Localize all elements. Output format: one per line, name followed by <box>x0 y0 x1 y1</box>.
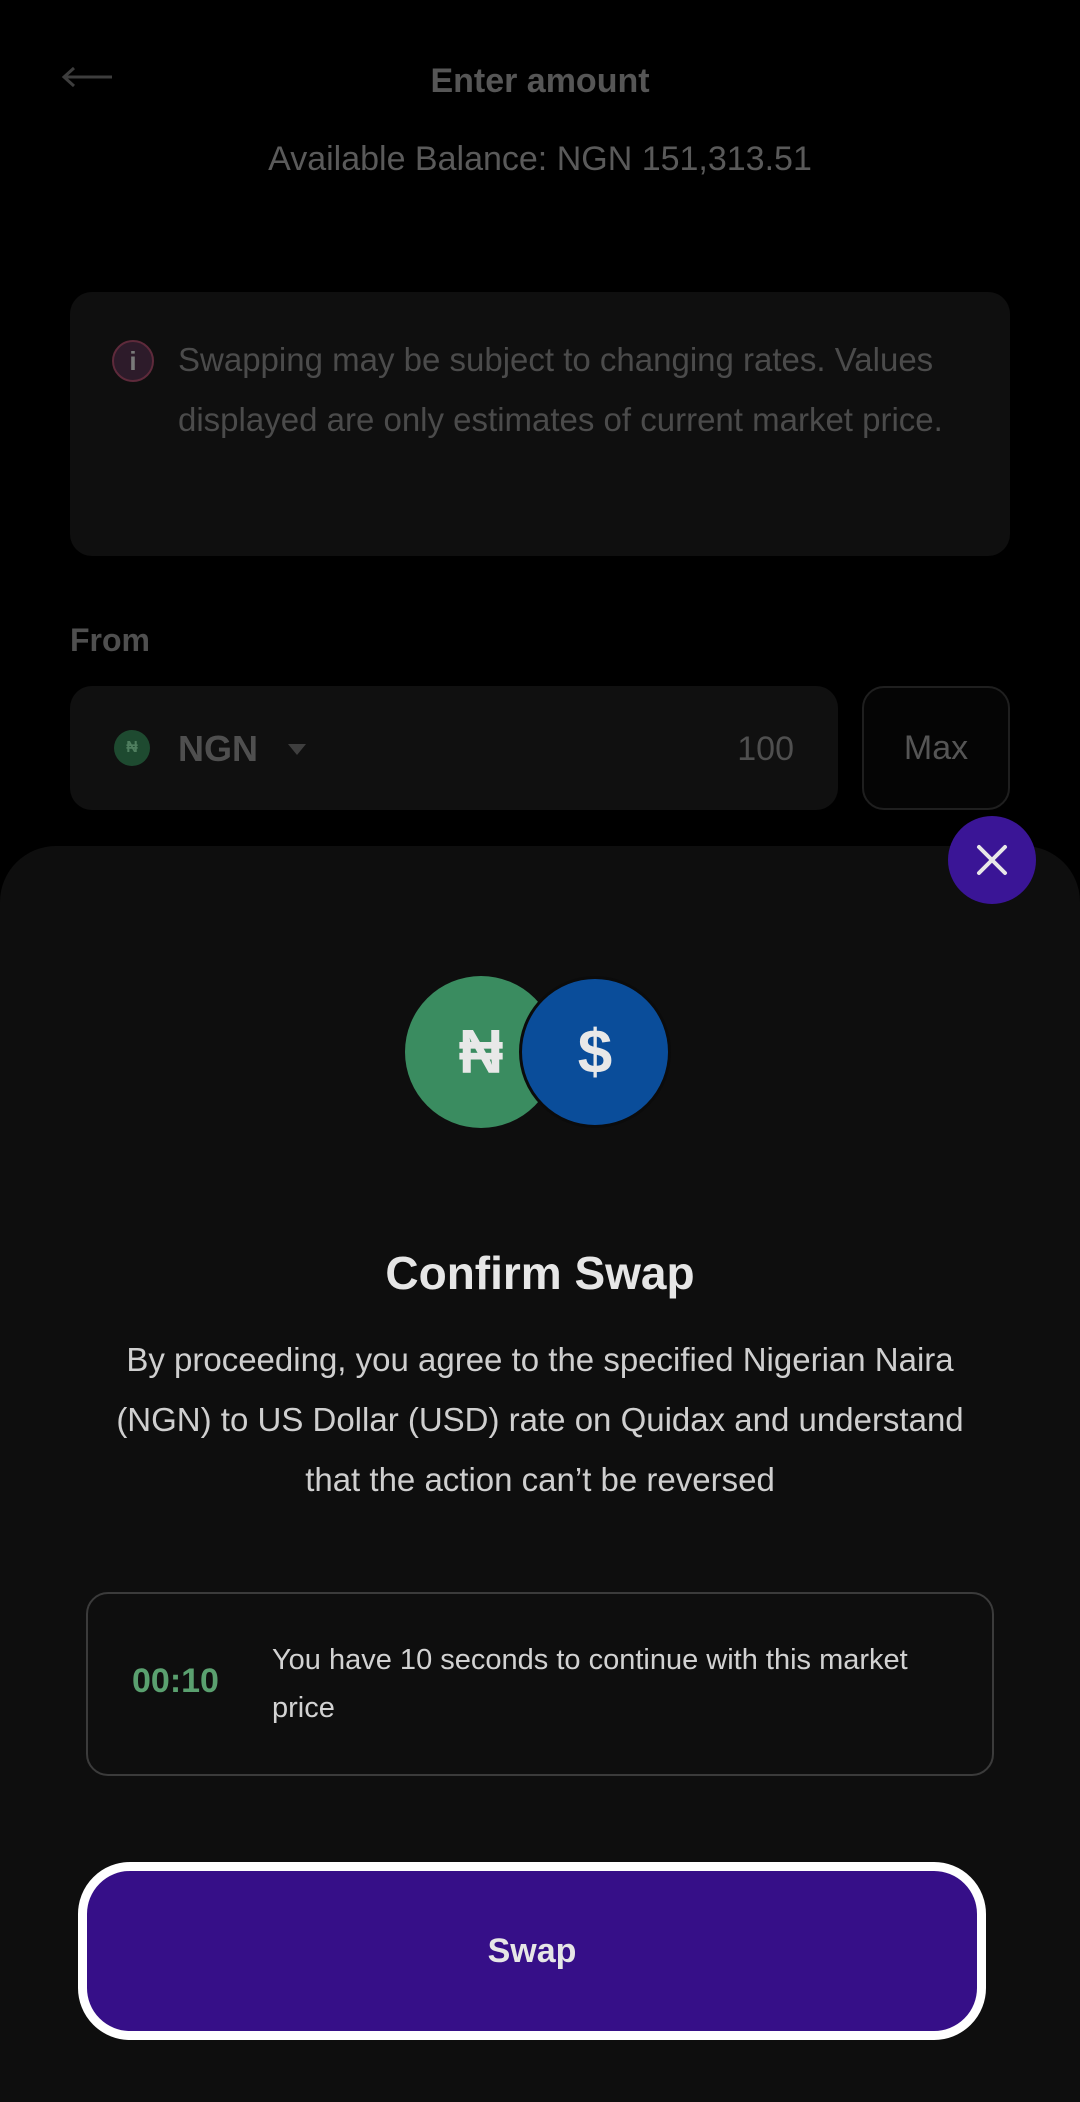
swap-button[interactable]: Swap <box>78 1862 986 2040</box>
currency-selector[interactable]: NGN <box>178 728 258 770</box>
caret-down-icon[interactable] <box>288 744 306 755</box>
timer-message: You have 10 seconds to continue with thi… <box>272 1644 908 1724</box>
enter-amount-screen: Enter amount Available Balance: NGN 151,… <box>0 0 1080 900</box>
swap-screen: Enter amount Available Balance: NGN 151,… <box>0 0 1080 2102</box>
sheet-title: Confirm Swap <box>385 1247 695 1299</box>
max-button[interactable]: Max <box>862 686 1010 810</box>
from-amount-field[interactable]: ₦ NGN 100 <box>70 686 838 810</box>
rate-timer: 00:10 You have 10 seconds to continue wi… <box>86 1592 994 1776</box>
close-icon <box>977 845 1007 875</box>
naira-icon: ₦ <box>114 730 150 766</box>
currency-pair-icons: ₦ $ <box>405 976 675 1128</box>
rate-notice: i Swapping may be subject to changing ra… <box>70 292 1010 556</box>
timer-countdown: 00:10 <box>132 1662 219 1700</box>
info-icon: i <box>112 340 154 382</box>
sheet-description: By proceeding, you agree to the specifie… <box>116 1341 964 1498</box>
available-balance: Available Balance: NGN 151,313.51 <box>268 140 812 178</box>
close-button[interactable] <box>948 816 1036 904</box>
page-title: Enter amount <box>430 62 650 100</box>
dollar-coin-icon: $ <box>519 976 671 1128</box>
amount-input[interactable]: 100 <box>737 730 794 769</box>
from-label: From <box>70 622 150 658</box>
rate-notice-text: Swapping may be subject to changing rate… <box>178 341 943 438</box>
